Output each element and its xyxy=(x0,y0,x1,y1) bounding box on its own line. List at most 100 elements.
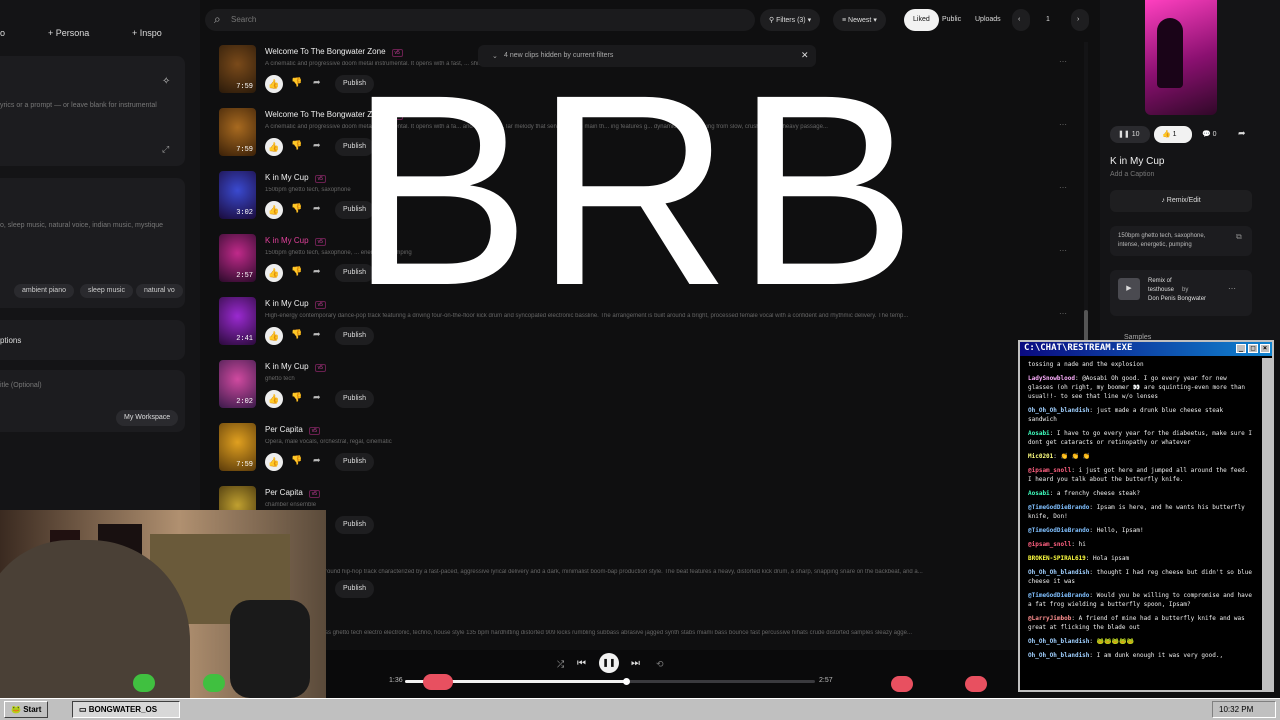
clip-title[interactable]: K in My Cup v5 xyxy=(265,362,326,372)
comment-button[interactable]: 💬 0 xyxy=(1196,126,1226,143)
publish-button[interactable]: Publish xyxy=(335,453,374,471)
chat-username[interactable]: @TimeGodDieBrando xyxy=(1028,592,1089,599)
remix-artist[interactable]: Don Penis Bongwater xyxy=(1148,296,1206,302)
play-count-button[interactable]: ❚❚ 10 xyxy=(1110,126,1150,143)
clip-thumbnail[interactable]: 7:59 xyxy=(219,108,256,156)
repeat-icon[interactable]: ⟲ xyxy=(656,659,664,670)
thumbs-down-icon[interactable]: 👎 xyxy=(291,392,302,403)
chat-username[interactable]: @ipsam_snoll xyxy=(1028,541,1071,548)
chat-username[interactable]: @ipsam_snoll xyxy=(1028,467,1071,474)
clip-thumbnail[interactable]: 7:59 xyxy=(219,45,256,93)
remix-of-card[interactable]: ▶ Remix of testhouse by Don Penis Bongwa… xyxy=(1110,270,1252,316)
publish-button[interactable]: Publish xyxy=(335,390,374,408)
shuffle-icon[interactable]: ⤮ xyxy=(557,659,564,670)
clip-thumbnail[interactable]: 2:57 xyxy=(219,234,256,282)
list-item[interactable]: round hip-hop track characterized by a f… xyxy=(219,566,1069,598)
share-icon[interactable]: ➦ xyxy=(313,455,321,466)
expand-icon[interactable]: ⤢ xyxy=(162,144,169,155)
thumbs-down-icon[interactable]: 👎 xyxy=(291,266,302,277)
clip-title[interactable]: Per Capita v5 xyxy=(265,425,321,435)
more-options[interactable]: ptions xyxy=(0,320,185,360)
tab-custom[interactable]: o xyxy=(0,28,5,38)
chat-username[interactable]: Oh_Oh_Oh_blandish xyxy=(1028,407,1089,414)
remix-source[interactable]: testhouse xyxy=(1148,287,1174,293)
public-toggle[interactable]: Public xyxy=(933,9,970,31)
style-tag[interactable]: ambient piano xyxy=(14,284,74,298)
thumbs-up-icon[interactable]: 👍 xyxy=(265,327,283,345)
list-item[interactable]: 2:02K in My Cupv5ghetto tech👍👎➦Publish⋯ xyxy=(219,360,1069,418)
like-count-button[interactable]: 👍 1 xyxy=(1154,126,1192,143)
share-icon[interactable]: ➦ xyxy=(313,140,321,151)
publish-button[interactable]: Publish xyxy=(335,516,374,534)
pause-button[interactable]: ❚❚ xyxy=(599,653,619,673)
chat-username[interactable]: @TimeGodDieBrando xyxy=(1028,527,1089,534)
style-tag[interactable]: natural vo xyxy=(136,284,183,298)
clip-thumbnail[interactable]: 3:02 xyxy=(219,171,256,219)
progress-handle[interactable] xyxy=(623,678,631,685)
publish-button[interactable]: Publish xyxy=(335,580,374,598)
chat-username[interactable]: Aosabi xyxy=(1028,490,1050,497)
prev-page-icon[interactable]: ‹ xyxy=(1012,9,1030,31)
thumbs-up-icon[interactable]: 👍 xyxy=(265,390,283,408)
workspace-button[interactable]: My Workspace xyxy=(116,410,179,426)
task-button[interactable]: ▭ BONGWATER_OS xyxy=(72,701,180,718)
sort-button[interactable]: ≡ Newest ▾ xyxy=(833,9,886,31)
minimize-icon[interactable]: _ xyxy=(1236,344,1246,353)
caption-input[interactable]: Add a Caption xyxy=(1110,171,1154,178)
thumbs-down-icon[interactable]: 👎 xyxy=(291,203,302,214)
chat-username[interactable]: Aosabi xyxy=(1028,430,1050,437)
chat-username[interactable]: @TimeGodDieBrando xyxy=(1028,504,1089,511)
previous-icon[interactable]: ⏮ xyxy=(577,658,586,669)
close-icon[interactable]: × xyxy=(1260,344,1270,353)
more-icon[interactable]: ⋯ xyxy=(1059,183,1067,192)
share-icon[interactable]: ➦ xyxy=(1238,128,1246,139)
magic-wand-icon[interactable]: ✧ xyxy=(162,76,170,87)
start-button[interactable]: 🐸 Start xyxy=(4,701,49,718)
chat-username[interactable]: LadySnowblood xyxy=(1028,375,1075,382)
clip-title[interactable]: K in My Cup v5 xyxy=(265,236,326,246)
copy-icon[interactable]: ⧉ xyxy=(1236,232,1242,242)
more-icon[interactable]: ⋯ xyxy=(1059,246,1067,255)
share-icon[interactable]: ➦ xyxy=(313,392,321,403)
uploads-toggle[interactable]: Uploads xyxy=(966,9,1010,31)
chat-username[interactable]: Mic0201 xyxy=(1028,453,1053,460)
clip-thumbnail[interactable]: 2:02 xyxy=(219,360,256,408)
progress-bar[interactable] xyxy=(405,678,815,685)
thumbs-up-icon[interactable]: 👍 xyxy=(265,264,283,282)
thumbs-up-icon[interactable]: 👍 xyxy=(265,138,283,156)
play-icon[interactable]: ▶ xyxy=(1118,278,1140,300)
share-icon[interactable]: ➦ xyxy=(313,329,321,340)
thumbs-up-icon[interactable]: 👍 xyxy=(265,201,283,219)
remix-edit-button[interactable]: ♪ Remix/Edit xyxy=(1110,190,1252,212)
thumbs-down-icon[interactable]: 👎 xyxy=(291,329,302,340)
clip-title[interactable]: Per Capita v5 xyxy=(265,488,321,498)
list-item[interactable]: ss ghetto tech electro electronic, techn… xyxy=(219,630,1069,642)
share-icon[interactable]: ➦ xyxy=(313,77,321,88)
maximize-icon[interactable]: □ xyxy=(1248,344,1258,353)
clip-thumbnail[interactable]: 7:59 xyxy=(219,423,256,471)
filters-button[interactable]: ⚲ Filters (3) ▾ xyxy=(760,9,821,31)
search-input[interactable]: ⌕ Search xyxy=(205,9,755,31)
chat-username[interactable]: Oh_Oh_Oh_blandish xyxy=(1028,638,1089,645)
share-icon[interactable]: ➦ xyxy=(313,266,321,277)
more-icon[interactable]: ⋯ xyxy=(1059,120,1067,129)
share-icon[interactable]: ➦ xyxy=(313,203,321,214)
next-page-icon[interactable]: › xyxy=(1071,9,1089,31)
more-icon[interactable]: ⋯ xyxy=(1059,57,1067,66)
tab-inspo[interactable]: + Inspo xyxy=(132,28,162,38)
list-item[interactable]: 7:59 Per Capita v5 Opera, male vocals, orch… xyxy=(219,423,1069,481)
chat-username[interactable]: BROKEN-SPIRAL619 xyxy=(1028,555,1086,562)
thumbs-down-icon[interactable]: 👎 xyxy=(291,77,302,88)
list-item[interactable]: Per Capitav5chamber ensemble👍👎➦Publish⋯ xyxy=(219,486,1069,544)
chat-username[interactable]: Oh_Oh_Oh_blandish xyxy=(1028,652,1089,659)
thumbs-up-icon[interactable]: 👍 xyxy=(265,453,283,471)
thumbs-up-icon[interactable]: 👍 xyxy=(265,75,283,93)
thumbs-down-icon[interactable]: 👎 xyxy=(291,455,302,466)
title-box[interactable]: itle (Optional) My Workspace xyxy=(0,370,185,432)
scrollbar[interactable] xyxy=(1262,358,1272,690)
clip-thumbnail[interactable]: 2:41 xyxy=(219,297,256,345)
clip-title[interactable]: K in My Cup v5 xyxy=(265,299,326,309)
more-icon[interactable]: ⋯ xyxy=(1228,284,1236,293)
chat-username[interactable]: Oh_Oh_Oh_blandish xyxy=(1028,569,1089,576)
next-icon[interactable]: ⏭ xyxy=(631,658,640,669)
